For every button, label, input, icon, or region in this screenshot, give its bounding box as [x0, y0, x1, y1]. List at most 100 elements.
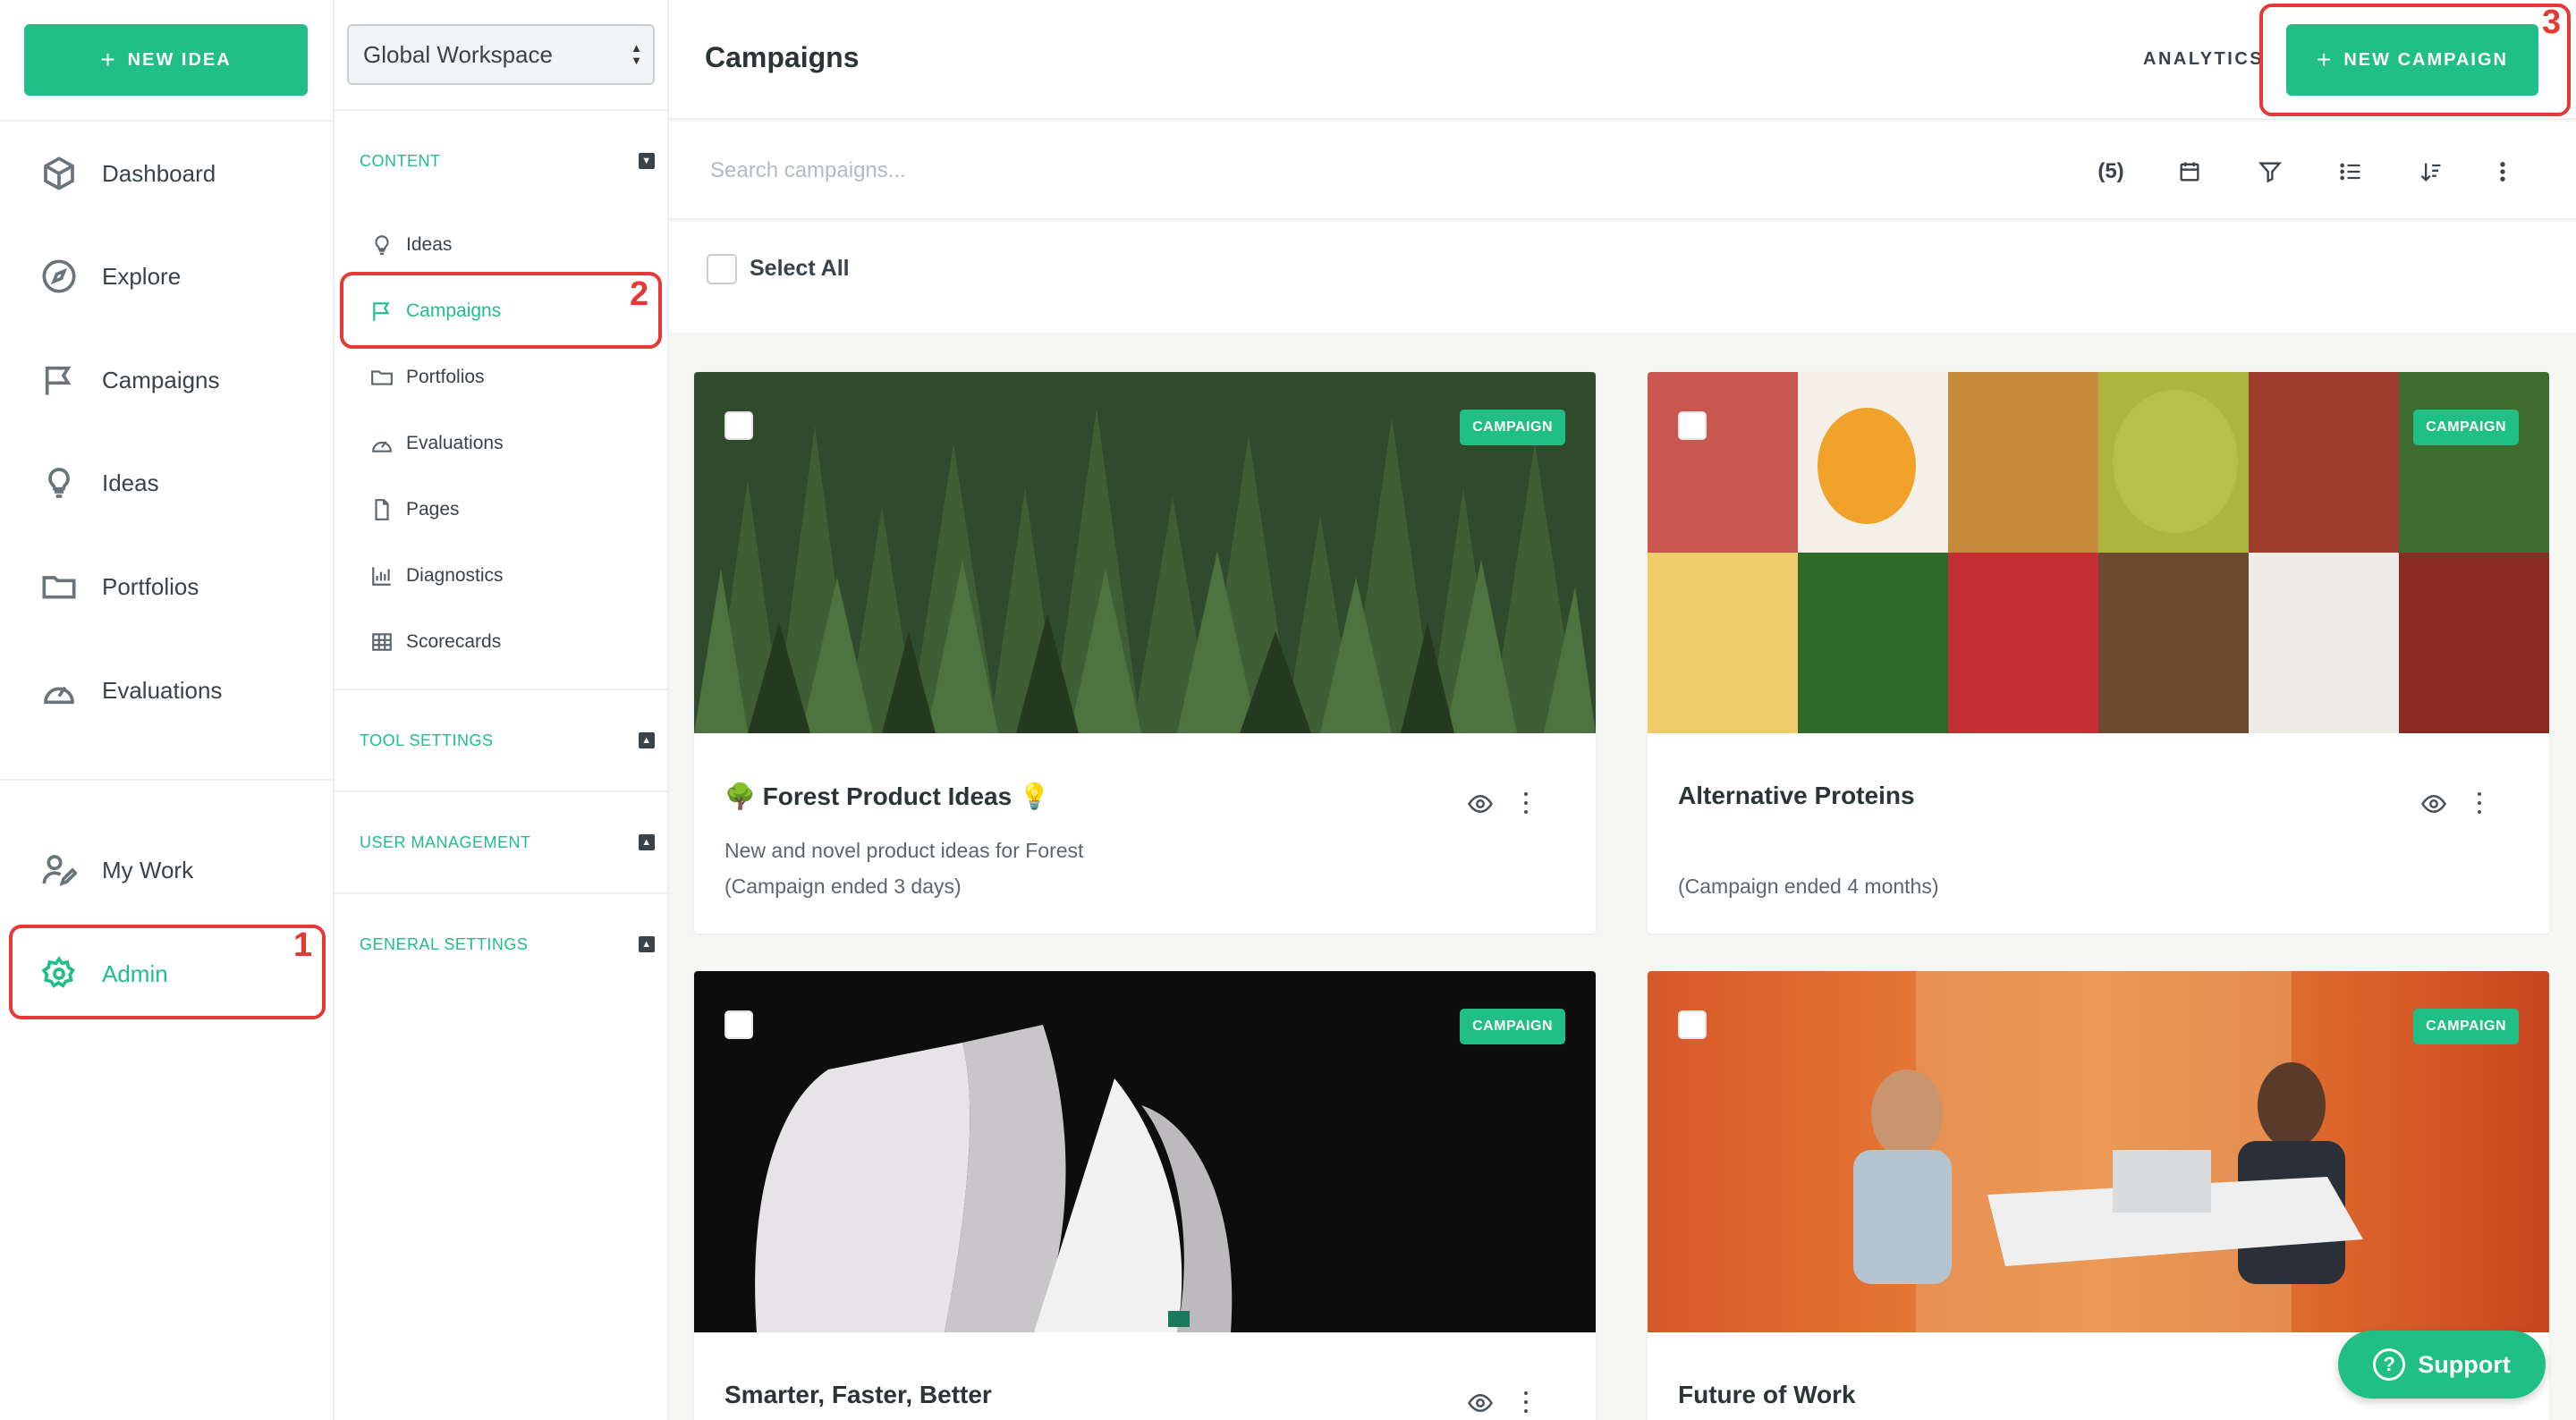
campaign-badge: CAMPAIGN [1460, 410, 1565, 445]
annotation-number: 3 [2542, 4, 2562, 41]
annotation-box-new-campaign [2259, 4, 2571, 116]
lightbulb-icon [48, 468, 70, 498]
sort-icon[interactable] [2415, 156, 2447, 188]
help-icon: ? [2373, 1348, 2406, 1381]
card-title[interactable]: Smarter, Faster, Better [724, 1381, 992, 1409]
subnav-item-diagnostics[interactable]: Diagnostics [370, 551, 648, 601]
card-checkbox[interactable] [724, 411, 753, 440]
subnav-item-scorecards[interactable]: Scorecards [370, 617, 648, 667]
section-label: TOOL SETTINGS [360, 731, 494, 749]
lightbulb-icon: 💡 [1018, 782, 1050, 810]
card-checkbox[interactable] [724, 1010, 753, 1039]
filter-icon[interactable] [2254, 156, 2286, 188]
nav-item-portfolios[interactable]: Portfolios [0, 546, 333, 627]
annotation-box-admin [9, 925, 326, 1019]
support-label: Support [2418, 1350, 2511, 1378]
subnav-divider [335, 109, 667, 111]
section-content[interactable]: CONTENT ▼ [360, 143, 655, 179]
section-label: GENERAL SETTINGS [360, 934, 529, 953]
card-more-icon[interactable] [1517, 789, 1535, 817]
subnav-item-pages[interactable]: Pages [370, 485, 648, 535]
lightbulb-icon [375, 235, 389, 255]
nav-item-my-work[interactable]: My Work [0, 830, 333, 910]
subnav-divider [335, 689, 667, 690]
card-checkbox[interactable] [1678, 411, 1707, 440]
card-status: (Campaign ended 3 days) [724, 875, 962, 898]
gauge-icon [372, 441, 392, 452]
analytics-link[interactable]: ANALYTICS [2143, 49, 2264, 70]
subnav-divider [335, 790, 667, 792]
select-all-label: Select All [750, 256, 850, 281]
nav-item-label: My Work [102, 856, 194, 883]
card-more-icon[interactable] [1517, 1388, 1535, 1416]
card-title[interactable]: 🌳 Forest Product Ideas 💡 [724, 782, 1050, 811]
folder-icon [371, 370, 393, 385]
card-checkbox[interactable] [1678, 1010, 1707, 1039]
result-count: (5) [2097, 159, 2124, 183]
nav-item-label: Evaluations [102, 676, 223, 704]
card-description: New and novel product ideas for Forest [724, 839, 1084, 862]
nav-item-campaigns[interactable]: Campaigns [0, 340, 333, 420]
page-icon [375, 499, 389, 520]
nav-item-explore[interactable]: Explore [0, 236, 333, 317]
workspace-select-value: Global Workspace [363, 40, 553, 68]
more-options-icon[interactable] [2487, 156, 2519, 188]
subnav-item-label: Evaluations [406, 433, 504, 453]
nav-item-ideas[interactable]: Ideas [0, 443, 333, 523]
chevron-up-icon[interactable]: ▲ [639, 732, 655, 748]
workspace-select[interactable]: Global Workspace ▲ ▼ [347, 24, 655, 85]
gauge-icon [44, 686, 74, 705]
nav-item-label: Campaigns [102, 366, 220, 393]
section-user-management[interactable]: USER MANAGEMENT ▲ [360, 824, 655, 860]
subnav-item-ideas[interactable]: Ideas [370, 220, 648, 270]
select-all-bar: Select All [669, 222, 2576, 333]
eye-icon[interactable] [2420, 790, 2447, 817]
nav-divider [0, 779, 333, 781]
subnav-divider [335, 892, 667, 894]
nav-item-evaluations[interactable]: Evaluations [0, 650, 333, 731]
card-status: (Campaign ended 4 months) [1678, 875, 1939, 898]
subnav-item-label: Diagnostics [406, 565, 504, 586]
card-title-text: Forest Product Ideas [762, 782, 1013, 810]
campaign-badge: CAMPAIGN [1460, 1009, 1565, 1044]
annotation-number: 1 [293, 926, 313, 964]
annotation-number: 2 [630, 275, 649, 313]
tree-icon: 🌳 [724, 782, 756, 810]
chevron-up-icon[interactable]: ▲ [639, 834, 655, 850]
new-idea-label: NEW IDEA [127, 49, 232, 70]
eye-icon[interactable] [1467, 1390, 1494, 1416]
calendar-icon[interactable] [2174, 156, 2206, 188]
compass-icon [42, 259, 76, 293]
subnav-item-portfolios[interactable]: Portfolios [370, 352, 648, 402]
support-button[interactable]: ? Support [2338, 1331, 2546, 1399]
chevron-up-icon[interactable]: ▲ [639, 936, 655, 952]
new-idea-button[interactable]: + NEW IDEA [24, 24, 308, 96]
section-label: CONTENT [360, 151, 441, 170]
list-view-icon[interactable] [2334, 156, 2367, 188]
chevron-down-icon[interactable]: ▼ [639, 153, 655, 169]
flag-icon [45, 366, 72, 395]
subnav-item-evaluations[interactable]: Evaluations [370, 418, 648, 469]
campaign-card[interactable]: CAMPAIGN Smarter, Faster, Better [694, 971, 1596, 1420]
nav-item-dashboard[interactable]: Dashboard [0, 133, 333, 214]
campaign-card[interactable]: CAMPAIGN Alternative Proteins (Campaign … [1648, 372, 2549, 934]
bar-chart-icon [372, 567, 391, 586]
section-tool-settings[interactable]: TOOL SETTINGS ▲ [360, 723, 655, 758]
select-arrows-icon: ▲ ▼ [631, 41, 642, 67]
campaign-badge: CAMPAIGN [2413, 410, 2519, 445]
annotation-box-campaigns [340, 272, 662, 349]
select-all-checkbox[interactable] [707, 254, 737, 284]
card-title[interactable]: Future of Work [1678, 1381, 1856, 1409]
page-title: Campaigns [705, 41, 860, 73]
section-general-settings[interactable]: GENERAL SETTINGS ▲ [360, 926, 655, 962]
subnav-item-label: Portfolios [406, 367, 485, 387]
nav-item-label: Dashboard [102, 159, 216, 187]
eye-icon[interactable] [1467, 790, 1494, 817]
card-more-icon[interactable] [2470, 789, 2488, 817]
plus-icon: + [100, 46, 117, 73]
section-label: USER MANAGEMENT [360, 833, 531, 851]
card-title[interactable]: Alternative Proteins [1678, 782, 1915, 810]
search-input[interactable] [710, 148, 1515, 193]
campaign-card[interactable]: CAMPAIGN 🌳 Forest Product Ideas 💡 New an… [694, 372, 1596, 934]
nav-divider [0, 120, 333, 122]
